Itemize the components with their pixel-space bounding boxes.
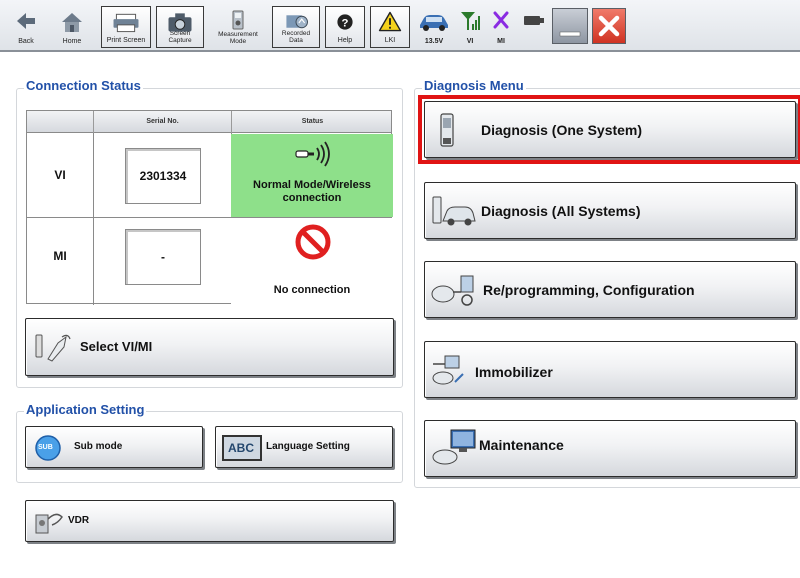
printer-icon	[113, 13, 139, 33]
language-setting-button[interactable]: ABC Language Setting	[215, 426, 393, 468]
no-connection-icon	[295, 224, 331, 260]
wireless-connection-icon	[295, 141, 330, 167]
recorded-data-button[interactable]: Recorded Data	[272, 6, 320, 48]
serial-no-header: Serial No.	[93, 111, 231, 133]
reprogramming-icon	[431, 275, 474, 306]
camera-icon	[168, 13, 192, 32]
diagnosis-all-systems-button[interactable]: Diagnosis (All Systems)	[424, 182, 796, 239]
reprogramming-configuration-label: Re/programming, Configuration	[483, 282, 695, 298]
help-button[interactable]: ? Help	[325, 6, 365, 48]
mi-row-label: MI	[53, 249, 67, 263]
immobilizer-button[interactable]: Immobilizer	[424, 341, 796, 398]
status-header: Status	[231, 111, 393, 133]
connection-status-title: Connection Status	[24, 78, 143, 93]
application-setting-title: Application Setting	[24, 402, 147, 417]
diagnosis-all-systems-label: Diagnosis (All Systems)	[481, 203, 641, 219]
back-button[interactable]: Back	[6, 6, 46, 48]
mi-serial-field: -	[125, 229, 201, 285]
sub-mode-label: Sub mode	[74, 441, 123, 452]
minimize-icon	[559, 31, 581, 37]
select-vi-mi-icon	[35, 334, 71, 362]
diagnosis-one-system-button[interactable]: Diagnosis (One System)	[424, 101, 796, 158]
warning-icon	[378, 11, 402, 32]
car-icon	[420, 15, 448, 31]
select-vi-mi-button[interactable]: Select VI/MI	[25, 318, 394, 376]
home-icon	[62, 13, 82, 32]
battery-voltage-indicator: 13.5V	[416, 6, 452, 48]
vi-status-cell: Normal Mode/Wireless connection	[231, 134, 393, 217]
maintenance-label: Maintenance	[479, 437, 564, 453]
diagnosis-one-system-icon	[440, 113, 454, 147]
vi-row-label: VI	[54, 168, 66, 182]
svg-text:?: ?	[342, 17, 349, 29]
diagnosis-all-systems-icon	[432, 196, 476, 226]
sub-mode-button[interactable]: SUB Sub mode	[25, 426, 203, 468]
mi-status-cell: No connection	[231, 218, 393, 305]
minimize-button[interactable]	[552, 8, 588, 44]
measurement-mode-button[interactable]: Measurement Mode	[212, 6, 264, 48]
close-icon	[598, 15, 620, 37]
maintenance-button[interactable]: Maintenance	[424, 420, 796, 477]
connector-indicator	[518, 6, 548, 48]
print-screen-button[interactable]: Print Screen	[101, 6, 151, 48]
vi-status-text: Normal Mode/Wireless connection	[253, 179, 371, 204]
close-button[interactable]	[592, 8, 626, 44]
vdr-icon	[35, 513, 63, 534]
vdr-label: VDR	[68, 515, 90, 526]
vdr-button[interactable]: VDR	[25, 500, 394, 542]
mi-status-text: No connection	[273, 284, 351, 296]
connector-icon	[524, 16, 544, 25]
recorded-data-icon	[286, 15, 308, 29]
vi-serial-field: 2301334	[125, 148, 201, 204]
select-vi-mi-label: Select VI/MI	[80, 339, 153, 354]
diagnosis-one-system-label: Diagnosis (One System)	[481, 122, 643, 138]
immobilizer-icon	[432, 355, 464, 385]
table-header: Serial No. Status	[27, 111, 391, 133]
connection-status-table: Serial No. Status VI 2301334 Normal Mode…	[26, 110, 393, 305]
language-setting-label: Language Setting	[266, 441, 350, 452]
diagnosis-menu-title: Diagnosis Menu	[422, 78, 526, 93]
sub-mode-badge: SUB	[38, 444, 53, 451]
disconnected-x-icon	[493, 11, 509, 29]
reprogramming-configuration-button[interactable]: Re/programming, Configuration	[424, 261, 796, 318]
toolbar: Back Home Print Screen Screen Capture Me…	[0, 0, 800, 52]
meter-icon	[232, 10, 244, 30]
home-button[interactable]: Home	[52, 6, 92, 48]
mi-status-indicator: MI	[486, 6, 516, 48]
vi-signal-indicator: VI	[455, 6, 485, 48]
help-icon: ?	[337, 14, 353, 30]
language-badge: ABC	[228, 441, 254, 455]
lki-button[interactable]: LKI	[370, 6, 410, 48]
back-arrow-icon	[17, 13, 35, 29]
signal-icon	[461, 12, 480, 30]
immobilizer-label: Immobilizer	[475, 364, 553, 380]
screen-capture-button[interactable]: Screen Capture	[156, 6, 204, 48]
maintenance-icon	[432, 429, 476, 465]
